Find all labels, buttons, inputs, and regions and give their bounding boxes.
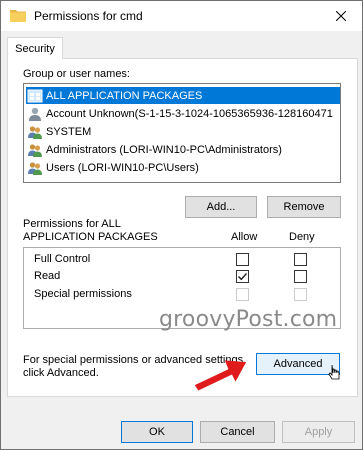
cancel-button[interactable]: Cancel bbox=[200, 421, 275, 443]
deny-checkbox[interactable] bbox=[294, 270, 307, 283]
list-item[interactable]: SYSTEM bbox=[26, 123, 340, 140]
permissions-header-line2: APPLICATION PACKAGES bbox=[23, 231, 158, 243]
list-item[interactable]: Administrators (LORI-WIN10-PC\Administra… bbox=[26, 141, 340, 158]
add-button[interactable]: Add... bbox=[185, 196, 257, 218]
cursor-icon bbox=[328, 364, 340, 380]
list-item-label: SYSTEM bbox=[46, 125, 92, 138]
deny-checkbox bbox=[294, 288, 307, 301]
list-item[interactable]: ALL APPLICATION PACKAGES bbox=[26, 87, 340, 104]
list-item-label: Account Unknown(S-1-15-3-1024-1065365936… bbox=[46, 107, 333, 120]
permissions-dialog: Permissions for cmd Security Group or us… bbox=[0, 0, 363, 450]
folder-icon bbox=[10, 10, 26, 22]
close-button[interactable] bbox=[320, 1, 362, 31]
users-icon bbox=[28, 125, 42, 139]
list-item[interactable]: Account Unknown(S-1-15-3-1024-1065365936… bbox=[26, 105, 340, 122]
permission-row: Read bbox=[34, 268, 60, 284]
deny-column-header: Deny bbox=[289, 231, 315, 243]
special-permissions-text-line2: click Advanced. bbox=[23, 367, 99, 379]
user-list[interactable]: ALL APPLICATION PACKAGES Account Unknown… bbox=[23, 83, 341, 183]
users-icon bbox=[28, 143, 42, 157]
package-group-icon bbox=[27, 89, 43, 102]
allow-checkbox[interactable] bbox=[236, 253, 249, 266]
list-item[interactable]: Users (LORI-WIN10-PC\Users) bbox=[26, 159, 340, 176]
watermark: groovyPost.com bbox=[159, 307, 338, 332]
list-item-label: Users (LORI-WIN10-PC\Users) bbox=[46, 161, 199, 174]
apply-button: Apply bbox=[282, 421, 355, 443]
allow-column-header: Allow bbox=[231, 231, 258, 243]
tab-security-label: Security bbox=[15, 42, 55, 55]
red-arrow-annotation bbox=[194, 360, 247, 391]
checkmark-icon bbox=[238, 273, 248, 281]
permission-row: Full Control bbox=[34, 251, 90, 267]
allow-checkbox bbox=[236, 288, 249, 301]
window-title: Permissions for cmd bbox=[34, 9, 143, 23]
group-label: Group or user names: bbox=[23, 68, 130, 80]
remove-button[interactable]: Remove bbox=[267, 196, 341, 218]
close-icon bbox=[336, 11, 346, 21]
tab-security[interactable]: Security bbox=[7, 37, 63, 59]
permission-row: Special permissions bbox=[34, 286, 132, 302]
ok-button[interactable]: OK bbox=[121, 421, 193, 443]
title-bar: Permissions for cmd bbox=[1, 1, 362, 31]
unknown-user-icon bbox=[29, 107, 41, 121]
permissions-header-line1: Permissions for ALL bbox=[23, 218, 121, 230]
permission-name: Special permissions bbox=[34, 288, 132, 300]
list-item-label: ALL APPLICATION PACKAGES bbox=[46, 89, 203, 102]
users-icon bbox=[28, 161, 42, 175]
permission-name: Full Control bbox=[34, 253, 91, 265]
deny-checkbox[interactable] bbox=[294, 253, 307, 266]
list-item-label: Administrators (LORI-WIN10-PC\Administra… bbox=[46, 143, 282, 156]
permission-name: Read bbox=[34, 270, 61, 282]
allow-checkbox[interactable] bbox=[236, 270, 249, 283]
